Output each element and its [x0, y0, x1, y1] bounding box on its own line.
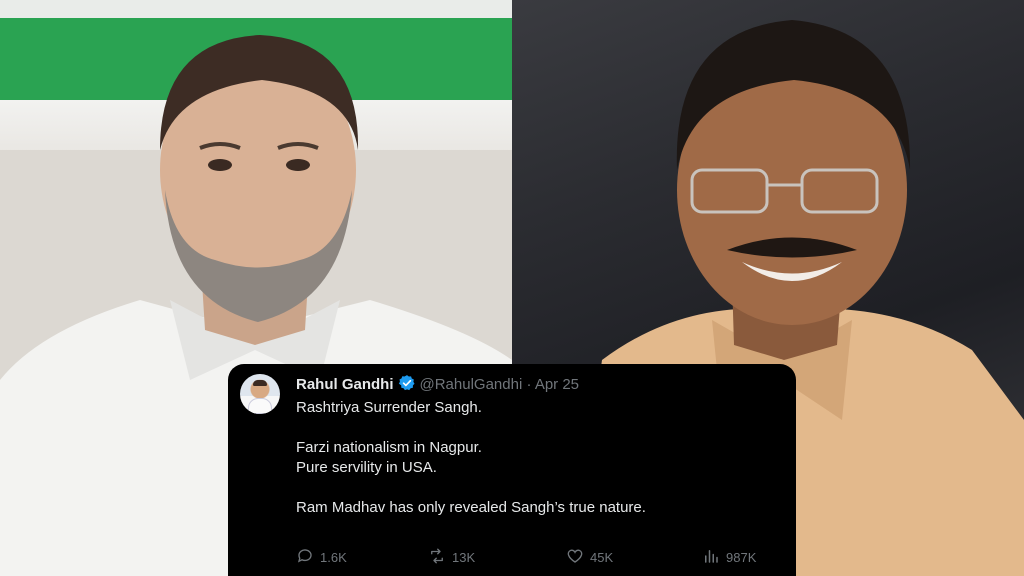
avatar-shirt: [248, 398, 272, 414]
tweet-line: Farzi nationalism in Nagpur.: [296, 439, 482, 456]
repost-button[interactable]: 13K: [428, 547, 475, 568]
avatar[interactable]: [240, 374, 280, 414]
like-count: 45K: [590, 550, 614, 565]
tweet-line: Pure servility in USA.: [296, 459, 437, 476]
reply-icon: [296, 547, 314, 568]
like-button[interactable]: 45K: [566, 547, 613, 568]
display-name[interactable]: Rahul Gandhi: [296, 376, 394, 393]
views-icon: [702, 547, 720, 568]
tweet-text: Rashtriya Surrender Sangh. Farzi nationa…: [296, 398, 646, 518]
reply-button[interactable]: 1.6K: [296, 547, 347, 568]
repost-count: 13K: [452, 550, 476, 565]
tweet-date[interactable]: Apr 25: [535, 376, 579, 393]
repost-icon: [428, 547, 446, 568]
views-count: 987K: [726, 550, 757, 565]
tweet-header: Rahul Gandhi @RahulGandhi · Apr 25: [296, 374, 579, 398]
tweet-actions: 1.6K 13K 45K 987K: [296, 547, 766, 567]
handle[interactable]: @RahulGandhi: [420, 376, 523, 393]
like-icon: [566, 547, 584, 568]
views-button[interactable]: 987K: [702, 547, 756, 568]
tweet-line: Ram Madhav has only revealed Sangh’s tru…: [296, 499, 646, 516]
tweet-card[interactable]: Rahul Gandhi @RahulGandhi · Apr 25 Rasht…: [228, 364, 796, 576]
reply-count: 1.6K: [320, 550, 347, 565]
separator: ·: [526, 376, 532, 393]
avatar-hair: [253, 380, 267, 386]
tweet-line: Rashtriya Surrender Sangh.: [296, 399, 482, 416]
verified-badge-icon: [398, 374, 416, 398]
